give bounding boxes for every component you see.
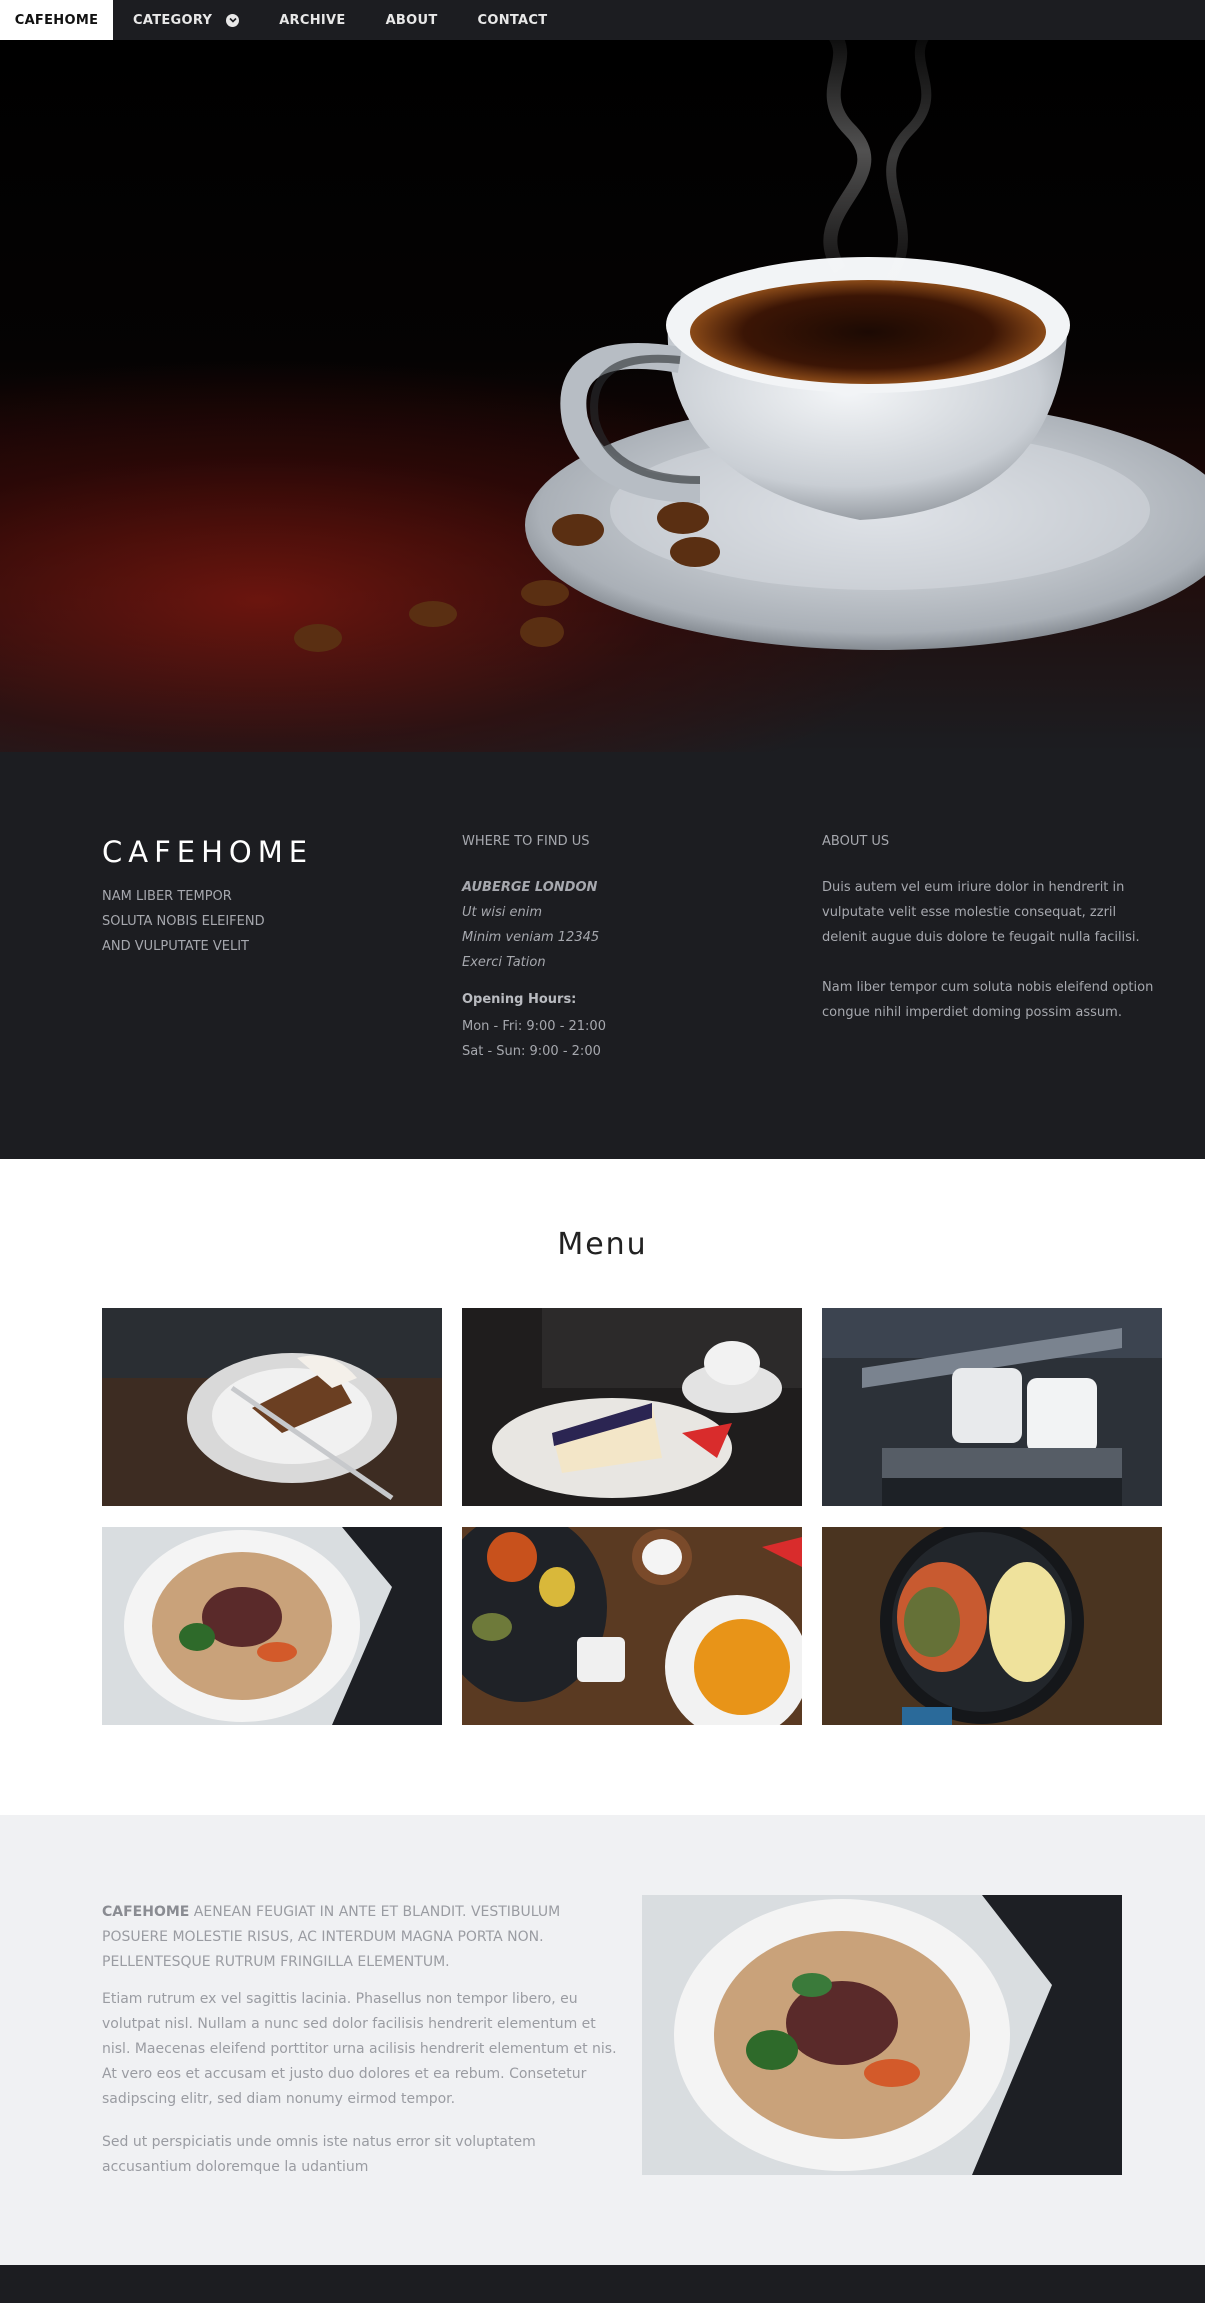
- nav-item-archive[interactable]: ARCHIVE: [259, 0, 365, 40]
- nav-brand-link[interactable]: CAFEHOME: [0, 0, 113, 40]
- address-line: Ut wisi enim: [462, 905, 543, 920]
- opening-hours: Mon - Fri: 9:00 - 21:00 Sat - Sun: 9:00 …: [462, 1014, 606, 1064]
- story-lead-brand: CAFEHOME: [102, 1904, 190, 1920]
- info-section: CAFEHOME NAM LIBER TEMPOR SOLUTA NOBIS E…: [0, 752, 1205, 1159]
- menu-section: Menu: [0, 1159, 1205, 1815]
- menu-image-cheesecake[interactable]: [462, 1308, 802, 1506]
- footer-logo: CAFEHOME: [102, 835, 314, 869]
- story-paragraph: Sed ut perspiciatis unde omnis iste natu…: [102, 2134, 536, 2175]
- chevron-down-icon[interactable]: [226, 13, 240, 27]
- story-image-meat-plate: [642, 1895, 1122, 2175]
- nav-item-about[interactable]: ABOUT: [366, 0, 458, 40]
- where-to-find-heading: WHERE TO FIND US: [462, 834, 590, 849]
- tagline-line: AND VULPUTATE VELIT: [102, 939, 249, 954]
- menu-image-pumpkin-soup[interactable]: [462, 1527, 802, 1725]
- about-us-heading: ABOUT US: [822, 834, 890, 849]
- tagline-line: SOLUTA NOBIS ELEIFEND: [102, 914, 265, 929]
- menu-image-cake[interactable]: [102, 1308, 442, 1506]
- menu-image-espresso[interactable]: [822, 1308, 1162, 1506]
- story-paragraph: Etiam rutrum ex vel sagittis lacinia. Ph…: [102, 1991, 617, 2107]
- address-line: Exerci Tation: [462, 955, 546, 970]
- about-paragraph: Duis autem vel eum iriure dolor in hendr…: [822, 880, 1140, 945]
- story-lead: CAFEHOME AENEAN FEUGIAT IN ANTE ET BLAND…: [102, 1900, 622, 1975]
- opening-hours-heading: Opening Hours:: [462, 992, 577, 1007]
- address-name: AUBERGE LONDON: [462, 880, 598, 895]
- address-line: Minim veniam 12345: [462, 930, 600, 945]
- hours-line: Sat - Sun: 9:00 - 2:00: [462, 1044, 601, 1059]
- story-section: CAFEHOME AENEAN FEUGIAT IN ANTE ET BLAND…: [0, 1815, 1205, 2265]
- nav-item-category[interactable]: CATEGORY: [113, 0, 259, 40]
- tagline: NAM LIBER TEMPOR SOLUTA NOBIS ELEIFEND A…: [102, 884, 265, 959]
- top-navigation: CAFEHOME CATEGORY ARCHIVE ABOUT CONTACT: [0, 0, 1205, 40]
- about-paragraph: Nam liber tempor cum soluta nobis eleife…: [822, 980, 1154, 1020]
- footer-bar: [0, 2265, 1205, 2303]
- menu-title: Menu: [557, 1227, 648, 1262]
- nav-item-contact[interactable]: CONTACT: [458, 0, 568, 40]
- address-block: AUBERGE LONDON Ut wisi enim Minim veniam…: [462, 875, 599, 975]
- tagline-line: NAM LIBER TEMPOR: [102, 889, 232, 904]
- menu-image-pasta-pan[interactable]: [822, 1527, 1162, 1725]
- menu-image-meat-plate[interactable]: [102, 1527, 442, 1725]
- hero-coffee-image: [0, 40, 1205, 752]
- hours-line: Mon - Fri: 9:00 - 21:00: [462, 1019, 606, 1034]
- nav-item-category-label: CATEGORY: [133, 12, 213, 28]
